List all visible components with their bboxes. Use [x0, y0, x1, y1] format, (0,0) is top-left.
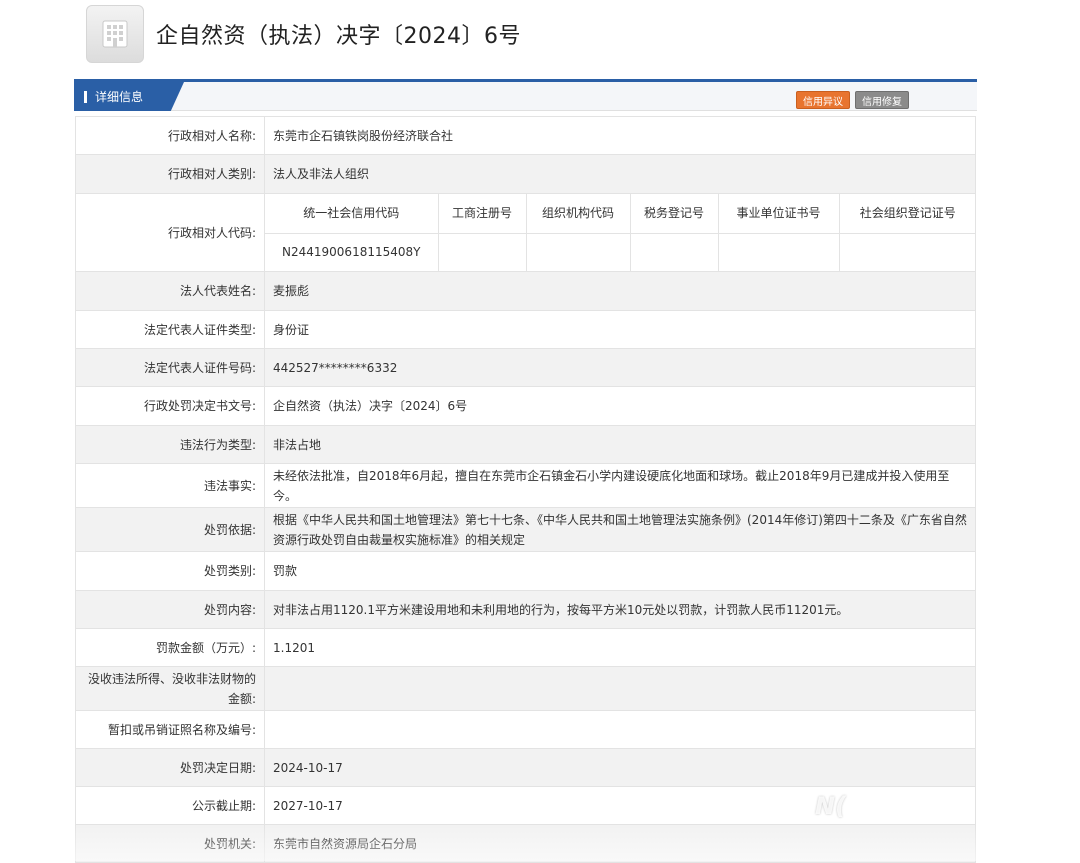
- table-row: 法定代表人证件类型: 身份证: [75, 310, 976, 349]
- row-label: 行政相对人类别:: [75, 154, 265, 194]
- table-row: 处罚机关: 东莞市自然资源局企石分局: [75, 824, 976, 863]
- code-value: [718, 233, 840, 271]
- confiscate-value: [264, 666, 976, 711]
- watermark-logo: N(: [815, 792, 847, 820]
- violation-type-value: 非法占地: [264, 425, 976, 464]
- table-row: 处罚决定日期: 2024-10-17: [75, 748, 976, 787]
- row-label: 法人代表姓名:: [75, 271, 265, 311]
- table-row: 违法事实: 未经依法批准，自2018年6月起，擅自在东莞市企石镇金石小学内建设硬…: [75, 463, 976, 508]
- table-row: 行政相对人名称: 东莞市企石镇铁岗股份经济联合社: [75, 116, 976, 155]
- page-header: 企自然资（执法）决字〔2024〕6号: [86, 5, 521, 63]
- code-header: 税务登记号: [630, 194, 719, 234]
- party-type-value: 法人及非法人组织: [264, 154, 976, 194]
- code-value: [526, 233, 631, 271]
- tab-detail-label: 详细信息: [95, 90, 144, 104]
- row-label: 处罚依据:: [75, 507, 265, 552]
- party-code-table: 统一社会信用代码 工商注册号 组织机构代码 税务登记号 事业单位证书号 社会组织…: [265, 194, 976, 271]
- table-row: 暂扣或吊销证照名称及编号:: [75, 710, 976, 749]
- party-code-cell: 统一社会信用代码 工商注册号 组织机构代码 税务登记号 事业单位证书号 社会组织…: [264, 193, 976, 272]
- code-header: 事业单位证书号: [718, 194, 840, 234]
- detail-section-bar: 详细信息 信用异议 信用修复: [74, 79, 977, 111]
- table-row: 处罚类别: 罚款: [75, 551, 976, 591]
- row-label: 法定代表人证件类型:: [75, 310, 265, 349]
- table-row: 罚款金额（万元）: 1.1201: [75, 628, 976, 667]
- row-label: 暂扣或吊销证照名称及编号:: [75, 710, 265, 749]
- penalty-content-value: 对非法占用1120.1平方米建设用地和未利用地的行为，按每平方米10元处以罚款，…: [264, 590, 976, 629]
- table-row: 法人代表姓名: 麦振彪: [75, 271, 976, 311]
- authority-value: 东莞市自然资源局企石分局: [264, 824, 976, 863]
- decision-doc-value: 企自然资（执法）决字〔2024〕6号: [264, 386, 976, 426]
- table-row: 违法行为类型: 非法占地: [75, 425, 976, 464]
- detail-table: 行政相对人名称: 东莞市企石镇铁岗股份经济联合社 行政相对人类别: 法人及非法人…: [75, 116, 976, 863]
- row-label: 处罚机关:: [75, 824, 265, 863]
- code-header: 组织机构代码: [526, 194, 631, 234]
- decision-date-value: 2024-10-17: [264, 748, 976, 787]
- code-value: N2441900618115408Y: [265, 233, 439, 271]
- tab-marker: [84, 90, 87, 103]
- credit-repair-button[interactable]: 信用修复: [855, 91, 909, 109]
- credit-objection-button[interactable]: 信用异议: [796, 91, 850, 109]
- row-label: 没收违法所得、没收非法财物的金额:: [75, 666, 265, 711]
- row-label: 行政处罚决定书文号:: [75, 386, 265, 426]
- row-label: 处罚类别:: [75, 551, 265, 591]
- building-icon: [86, 5, 144, 63]
- row-label: 违法事实:: [75, 463, 265, 508]
- penalty-type-value: 罚款: [264, 551, 976, 591]
- violation-facts-value: 未经依法批准，自2018年6月起，擅自在东莞市企石镇金石小学内建设硬底化地面和球…: [264, 463, 976, 508]
- row-label: 行政相对人代码:: [75, 193, 265, 272]
- table-row: 行政相对人类别: 法人及非法人组织: [75, 154, 976, 194]
- row-label: 法定代表人证件号码:: [75, 348, 265, 387]
- code-header: 统一社会信用代码: [265, 194, 439, 234]
- party-name-value: 东莞市企石镇铁岗股份经济联合社: [264, 116, 976, 155]
- table-row: 处罚依据: 根据《中华人民共和国土地管理法》第七十七条、《中华人民共和国土地管理…: [75, 507, 976, 552]
- table-row: 法定代表人证件号码: 442527********6332: [75, 348, 976, 387]
- code-value: [630, 233, 719, 271]
- table-row: 行政处罚决定书文号: 企自然资（执法）决字〔2024〕6号: [75, 386, 976, 426]
- license-value: [264, 710, 976, 749]
- id-type-value: 身份证: [264, 310, 976, 349]
- row-label: 罚款金额（万元）:: [75, 628, 265, 667]
- table-row: 行政相对人代码: 统一社会信用代码 工商注册号 组织机构代码 税务登记号 事业单…: [75, 193, 976, 272]
- table-row: 没收违法所得、没收非法财物的金额:: [75, 666, 976, 711]
- tab-detail-info[interactable]: 详细信息: [74, 82, 184, 111]
- code-value: [438, 233, 527, 271]
- fine-amount-value: 1.1201: [264, 628, 976, 667]
- penalty-basis-value: 根据《中华人民共和国土地管理法》第七十七条、《中华人民共和国土地管理法实施条例》…: [264, 507, 976, 552]
- row-label: 行政相对人名称:: [75, 116, 265, 155]
- row-label: 违法行为类型:: [75, 425, 265, 464]
- id-number-value: 442527********6332: [264, 348, 976, 387]
- row-label: 公示截止期:: [75, 786, 265, 825]
- row-label: 处罚决定日期:: [75, 748, 265, 787]
- expire-date-value: 2027-10-17: [264, 786, 976, 825]
- code-header: 社会组织登记证号: [839, 194, 976, 234]
- code-value: [839, 233, 976, 271]
- page-title: 企自然资（执法）决字〔2024〕6号: [156, 24, 521, 49]
- row-label: 处罚内容:: [75, 590, 265, 629]
- code-header: 工商注册号: [438, 194, 527, 234]
- legal-rep-value: 麦振彪: [264, 271, 976, 311]
- table-row: 处罚内容: 对非法占用1120.1平方米建设用地和未利用地的行为，按每平方米10…: [75, 590, 976, 629]
